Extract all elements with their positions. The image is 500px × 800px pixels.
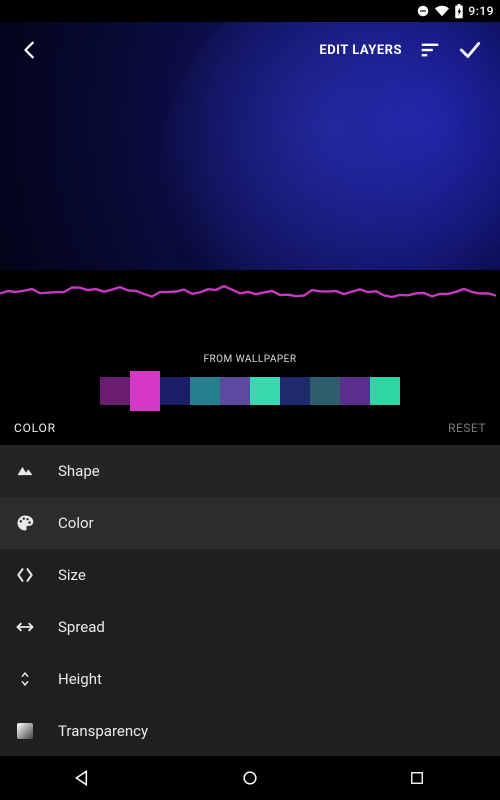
app-bar: EDIT LAYERS bbox=[0, 22, 500, 78]
status-bar: 9:19 bbox=[0, 0, 500, 22]
color-icon bbox=[14, 513, 36, 533]
option-transparency[interactable]: Transparency bbox=[0, 705, 500, 756]
nav-home-button[interactable] bbox=[220, 756, 280, 800]
height-icon bbox=[14, 669, 36, 689]
section-header: COLOR RESET bbox=[0, 405, 500, 445]
palette-swatch[interactable] bbox=[160, 377, 190, 405]
nav-back-button[interactable] bbox=[53, 756, 113, 800]
android-nav-bar bbox=[0, 756, 500, 800]
palette-swatch[interactable] bbox=[250, 377, 280, 405]
layers-sort-icon[interactable] bbox=[410, 30, 450, 70]
section-title: COLOR bbox=[14, 421, 56, 435]
option-label: Spread bbox=[58, 618, 105, 636]
size-icon bbox=[14, 565, 36, 585]
nav-recent-button[interactable] bbox=[387, 756, 447, 800]
options-list: ShapeColorSizeSpreadHeightTransparencySh… bbox=[0, 445, 500, 756]
battery-charging-icon bbox=[454, 4, 464, 19]
edit-layers-button[interactable]: EDIT LAYERS bbox=[319, 43, 402, 58]
wallpaper-preview: EDIT LAYERS bbox=[0, 22, 500, 270]
waveform-preview bbox=[0, 270, 500, 318]
option-size[interactable]: Size bbox=[0, 549, 500, 601]
palette-swatch[interactable] bbox=[190, 377, 220, 405]
palette-row bbox=[0, 371, 500, 405]
palette-swatch[interactable] bbox=[340, 377, 370, 405]
palette-source-label: FROM WALLPAPER bbox=[0, 354, 500, 365]
option-spread[interactable]: Spread bbox=[0, 601, 500, 653]
shape-icon bbox=[14, 461, 36, 481]
option-label: Transparency bbox=[58, 722, 148, 740]
palette-section: FROM WALLPAPER bbox=[0, 318, 500, 405]
palette-swatch[interactable] bbox=[370, 377, 400, 405]
palette-swatch[interactable] bbox=[130, 371, 160, 411]
option-label: Size bbox=[58, 566, 86, 584]
spread-icon bbox=[14, 617, 36, 637]
palette-swatch[interactable] bbox=[220, 377, 250, 405]
option-height[interactable]: Height bbox=[0, 653, 500, 705]
option-label: Height bbox=[58, 670, 102, 688]
option-color[interactable]: Color bbox=[0, 497, 500, 549]
palette-swatch[interactable] bbox=[100, 377, 130, 405]
option-label: Shape bbox=[58, 462, 100, 480]
palette-swatch[interactable] bbox=[280, 377, 310, 405]
option-label: Color bbox=[58, 514, 94, 532]
reset-button[interactable]: RESET bbox=[448, 421, 486, 435]
palette-swatch[interactable] bbox=[310, 377, 340, 405]
transparency-icon bbox=[14, 722, 36, 740]
status-time: 9:19 bbox=[468, 4, 494, 18]
option-shape[interactable]: Shape bbox=[0, 445, 500, 497]
wifi-icon bbox=[434, 4, 450, 18]
dnd-icon bbox=[416, 4, 430, 18]
back-button[interactable] bbox=[10, 30, 50, 70]
done-button[interactable] bbox=[450, 30, 490, 70]
